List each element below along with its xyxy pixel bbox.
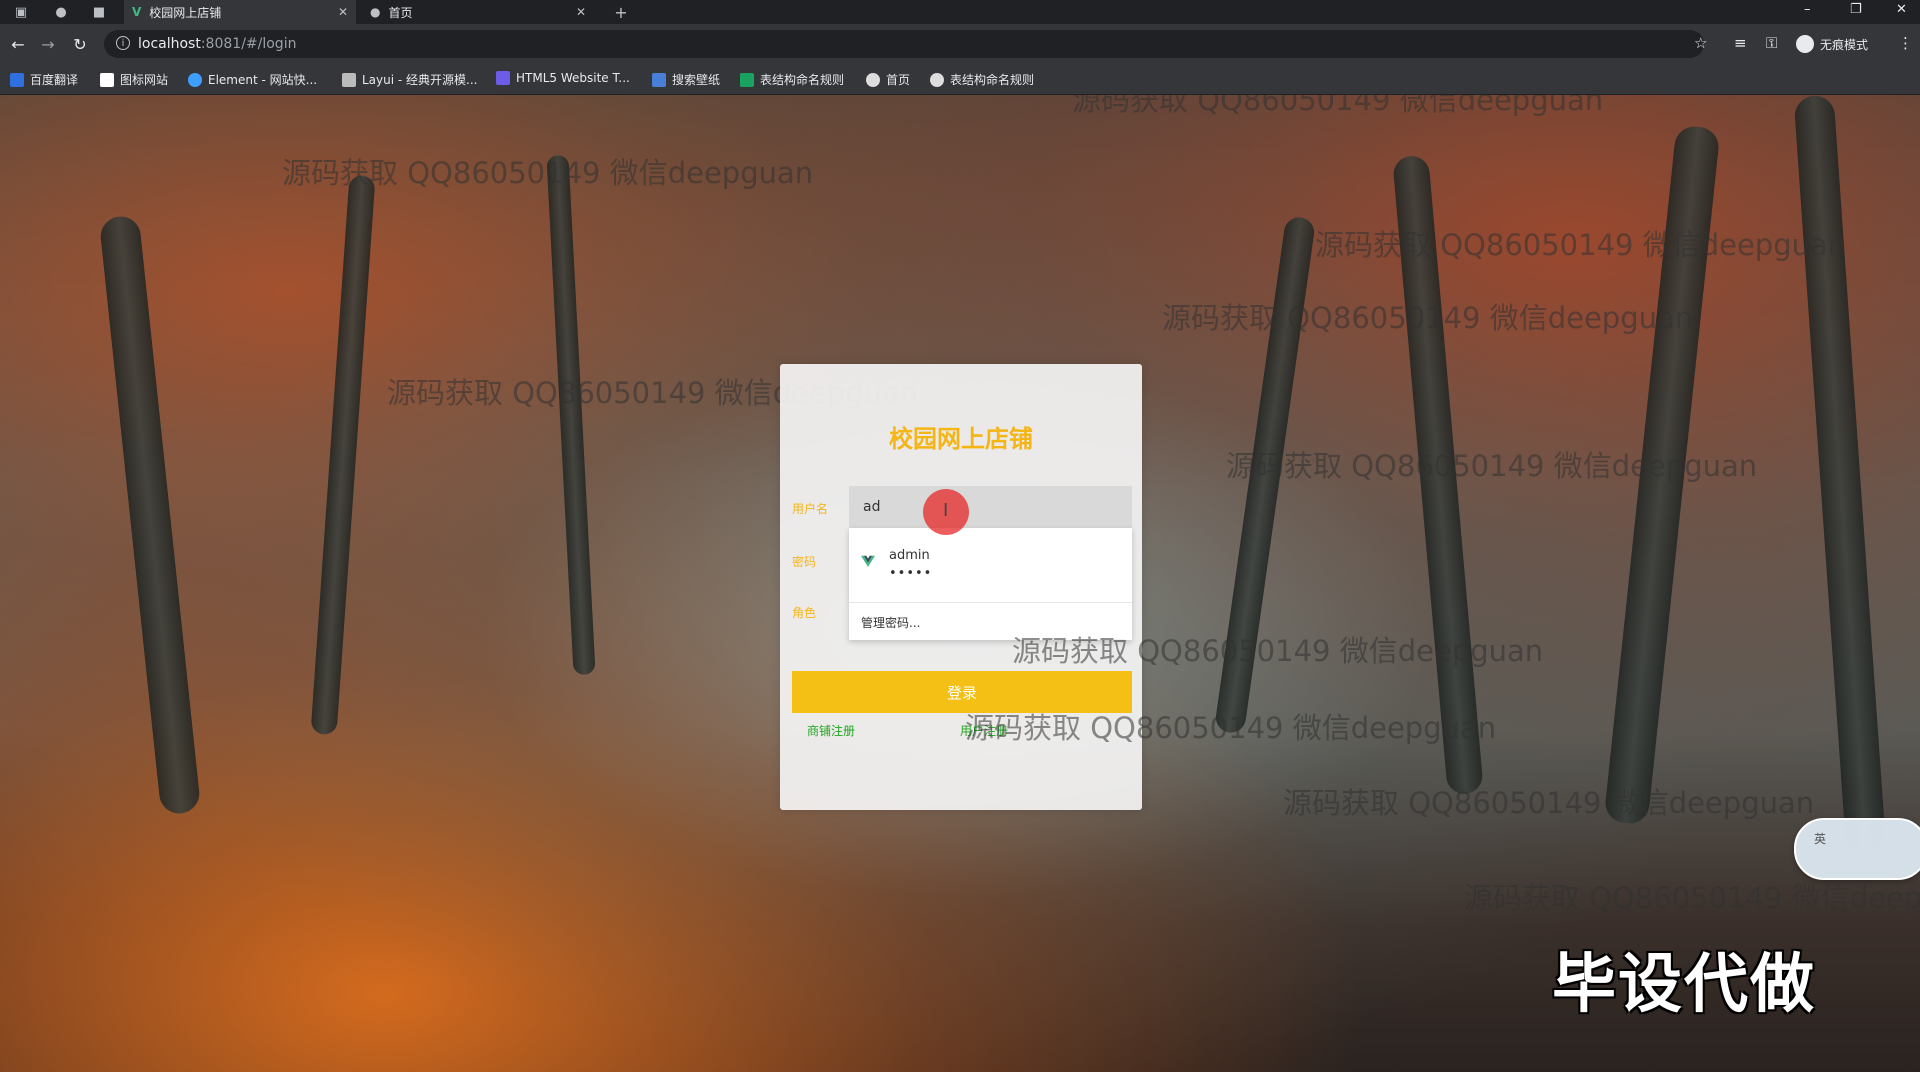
tab-home[interactable]: ● 首页 ✕ [362, 0, 594, 24]
watermark: 源码获取 QQ86050149 微信deepguan [1464, 881, 1920, 915]
app-icon[interactable]: ▣ [12, 3, 30, 21]
tab-login[interactable]: V 校园网上店铺 ✕ [124, 0, 356, 24]
shop-register-link[interactable]: 商铺注册 [807, 722, 855, 739]
wallpaper-icon [652, 72, 666, 87]
globe-icon [866, 72, 880, 87]
login-page: 源码获取 QQ86050149 微信deepguan 源码获取 QQ860501… [0, 95, 1920, 1072]
watermark: 源码获取 QQ86050149 微信deepguan [965, 711, 1497, 745]
bookmarks-bar: 百度翻译 图标网站 Element - 网站快... Layui - 经典开源模… [0, 64, 1920, 95]
tab-label: 校园网上店铺 [149, 5, 222, 20]
promo-overlay-text: 毕设代做 [1552, 948, 1816, 1022]
widget-label: 英 [1814, 832, 1827, 846]
key-icon[interactable]: ⚿ [1766, 34, 1777, 52]
html5-icon [496, 71, 510, 85]
autocomplete-dropdown: admin ••••• 管理密码... [849, 528, 1132, 640]
watermark: 源码获取 QQ86050149 微信deepguan [282, 156, 814, 190]
incognito-icon [1796, 35, 1814, 53]
globe-icon: ● [370, 5, 381, 19]
browser-tab-strip: ▣ ● ■ V 校园网上店铺 ✕ ● 首页 ✕ + – ❐ ✕ [0, 0, 1920, 24]
url-path: :8081/#/login [200, 36, 297, 52]
watermark: 源码获取 QQ86050149 微信deepguan [1162, 301, 1694, 335]
tab-label: 首页 [388, 5, 413, 20]
bookmark-layui[interactable]: Layui - 经典开源模... [342, 71, 477, 88]
globe-icon [930, 72, 944, 87]
username-input[interactable] [849, 486, 1132, 528]
forward-icon[interactable]: → [38, 34, 58, 54]
role-label: 角色 [792, 606, 817, 620]
floating-input-widget[interactable]: 英 [1794, 818, 1920, 880]
bookmark-html5[interactable]: HTML5 Website T... [496, 71, 630, 85]
watermark: 源码获取 QQ86050149 微信deepguan [1072, 95, 1604, 117]
address-bar-row: ← → ↻ i localhost:8081/#/login ☆ ≡ ⚿ 无痕模… [0, 24, 1920, 64]
sheet-icon [740, 72, 754, 87]
translate-icon [10, 72, 24, 87]
bookmark-table-naming-2[interactable]: 表结构命名规则 [930, 71, 1034, 88]
incognito-label: 无痕模式 [1820, 37, 1869, 52]
text-cursor-icon: I [943, 500, 949, 521]
bookmark-table-naming[interactable]: 表结构命名规则 [740, 71, 844, 88]
close-icon[interactable]: ✕ [338, 5, 348, 19]
watermark: 源码获取 QQ86050149 微信deepguan [1315, 228, 1847, 262]
window-icon[interactable]: ■ [90, 3, 108, 21]
info-icon[interactable]: i [116, 36, 130, 50]
url-host: localhost [138, 36, 201, 52]
new-tab-button[interactable]: + [612, 3, 630, 22]
bookmark-element[interactable]: Element - 网站快... [188, 71, 317, 88]
close-icon[interactable]: ✕ [576, 5, 586, 19]
menu-icon[interactable]: ⋮ [1898, 34, 1913, 52]
globe-icon[interactable]: ● [52, 3, 70, 21]
layui-icon [342, 72, 356, 87]
minimize-icon[interactable]: – [1804, 2, 1811, 17]
bookmark-icon-site[interactable]: 图标网站 [100, 71, 168, 88]
reading-list-icon[interactable]: ≡ [1734, 34, 1747, 52]
bookmark-baidu-translate[interactable]: 百度翻译 [10, 71, 78, 88]
reload-icon[interactable]: ↻ [70, 34, 90, 54]
bookmark-wallpaper[interactable]: 搜索壁纸 [652, 71, 720, 88]
url-field[interactable]: i localhost:8081/#/login [104, 30, 1704, 58]
incognito-badge[interactable]: 无痕模式 [1796, 35, 1868, 53]
vue-icon: V [132, 5, 142, 19]
element-icon [188, 72, 202, 87]
vue-icon [861, 555, 875, 567]
restore-icon[interactable]: ❐ [1850, 2, 1862, 17]
back-icon[interactable]: ← [8, 34, 28, 54]
watermark: 源码获取 QQ86050149 微信deepguan [1012, 634, 1544, 668]
manage-passwords-link[interactable]: 管理密码... [861, 614, 920, 631]
login-title: 校园网上店铺 [889, 425, 1033, 453]
watermark: 源码获取 QQ86050149 微信deepguan [1283, 786, 1815, 820]
star-icon[interactable]: ☆ [1694, 34, 1707, 52]
watermark: 源码获取 QQ86050149 微信deepguan [1226, 449, 1758, 483]
autocomplete-username: admin [889, 548, 930, 563]
bookmark-home[interactable]: 首页 [866, 71, 910, 88]
username-label: 用户名 [792, 502, 829, 516]
autocomplete-item-admin[interactable]: admin ••••• [849, 528, 1132, 603]
autocomplete-password: ••••• [889, 566, 933, 581]
flag-icon [100, 72, 114, 87]
password-label: 密码 [792, 555, 817, 569]
close-window-icon[interactable]: ✕ [1896, 2, 1907, 17]
